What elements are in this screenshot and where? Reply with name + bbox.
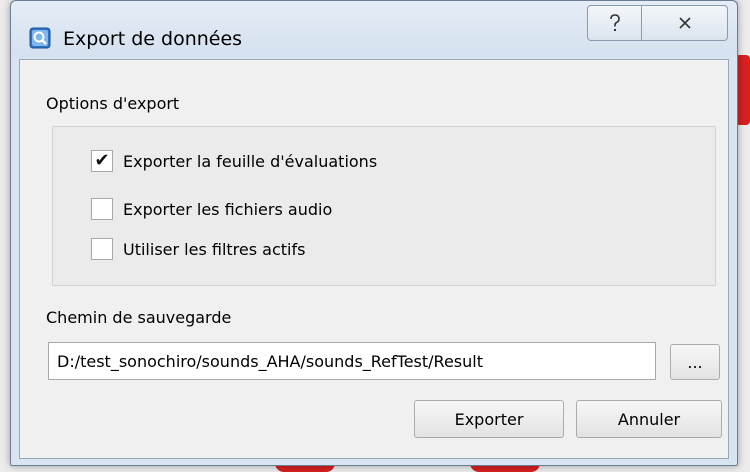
- export-button[interactable]: Exporter: [414, 400, 564, 438]
- export-sheet-label[interactable]: Exporter la feuille d'évaluations: [123, 152, 377, 171]
- option-active-filters[interactable]: Utiliser les filtres actifs: [91, 237, 305, 261]
- export-sheet-checkbox[interactable]: ✔: [91, 150, 113, 172]
- close-button[interactable]: [641, 5, 728, 41]
- title-bar[interactable]: Export de données: [11, 1, 737, 57]
- export-dialog: Export de données Options d'export ✔ Exp…: [10, 0, 738, 466]
- options-group-box: ✔ Exporter la feuille d'évaluations Expo…: [52, 126, 716, 286]
- dialog-body: Options d'export ✔ Exporter la feuille d…: [19, 59, 729, 459]
- help-button[interactable]: [587, 5, 642, 41]
- help-icon: [609, 14, 620, 31]
- export-app-icon: [29, 27, 51, 49]
- window-title: Export de données: [63, 28, 243, 50]
- option-export-sheet[interactable]: ✔ Exporter la feuille d'évaluations: [91, 149, 377, 173]
- close-icon: [678, 17, 691, 29]
- active-filters-label[interactable]: Utiliser les filtres actifs: [123, 240, 305, 259]
- export-audio-checkbox[interactable]: [91, 198, 113, 220]
- cancel-button[interactable]: Annuler: [576, 400, 722, 438]
- browse-button[interactable]: ...: [670, 344, 720, 380]
- option-export-audio[interactable]: Exporter les fichiers audio: [91, 197, 332, 221]
- export-audio-label[interactable]: Exporter les fichiers audio: [123, 200, 332, 219]
- options-group-label: Options d'export: [46, 94, 180, 113]
- save-path-label: Chemin de sauvegarde: [46, 308, 232, 327]
- active-filters-checkbox[interactable]: [91, 238, 113, 260]
- save-path-input[interactable]: D:/test_sonochiro/sounds_AHA/sounds_RefT…: [48, 342, 656, 380]
